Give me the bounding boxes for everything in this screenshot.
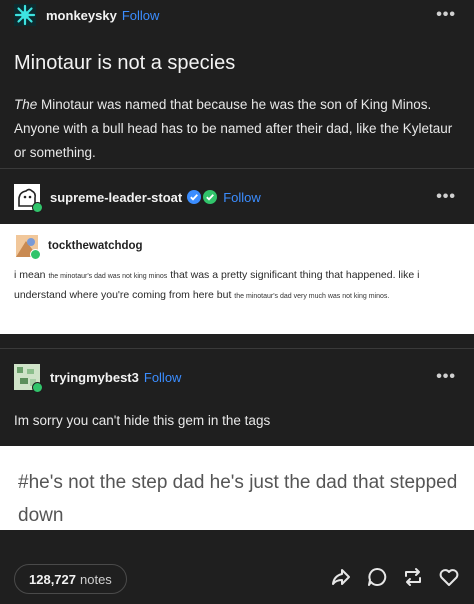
- starburst-icon: [14, 4, 36, 26]
- username[interactable]: tockthewatchdog: [48, 240, 143, 252]
- tag-text: #he's not the step dad he's just the dad…: [18, 472, 458, 526]
- body-text: Minotaur was named that because he was t…: [14, 97, 453, 160]
- quoted-body: i mean the minotaur's dad was not king m…: [14, 266, 464, 306]
- quoted-small-text-2: the minotaur's dad very much was not kin…: [234, 293, 390, 300]
- avatar[interactable]: [16, 235, 41, 260]
- quoted-header: tockthewatchdog: [0, 234, 474, 260]
- notes-label: notes: [80, 571, 112, 587]
- avatar[interactable]: [14, 4, 36, 26]
- reblog-header: tryingmybest3 Follow •••: [0, 364, 474, 393]
- username[interactable]: tryingmybest3: [50, 370, 139, 385]
- quoted-text-1: i mean: [14, 269, 49, 281]
- post-body: The Minotaur was named that because he w…: [14, 93, 464, 165]
- verified-icon: [187, 190, 202, 204]
- post-title: Minotaur is not a species: [14, 52, 236, 74]
- online-badge: [32, 202, 43, 213]
- like-icon[interactable]: [438, 566, 460, 588]
- body-prefix: The: [14, 97, 38, 112]
- checkmark-badge-icon: [203, 190, 218, 204]
- reblog-header: supreme-leader-stoat Follow •••: [0, 184, 474, 213]
- online-badge: [32, 382, 43, 393]
- avatar[interactable]: [14, 184, 43, 213]
- divider: [0, 348, 474, 349]
- username[interactable]: supreme-leader-stoat: [50, 190, 182, 205]
- more-options-button[interactable]: •••: [436, 6, 456, 24]
- more-options-button[interactable]: •••: [436, 368, 456, 386]
- post-card: monkeysky Follow ••• Minotaur is not a s…: [0, 0, 474, 604]
- post-header: monkeysky Follow •••: [0, 4, 474, 26]
- notes-button[interactable]: 128,727 notes: [14, 564, 127, 594]
- quoted-small-text-1: the minotaur's dad was not king minos: [48, 273, 168, 280]
- share-icon[interactable]: [330, 566, 352, 588]
- follow-button[interactable]: Follow: [223, 190, 261, 205]
- follow-button[interactable]: Follow: [144, 370, 182, 385]
- reblog-text: Im sorry you can't hide this gem in the …: [14, 413, 271, 428]
- avatar[interactable]: [14, 364, 43, 393]
- reblog-icon[interactable]: [402, 566, 424, 588]
- username[interactable]: monkeysky: [46, 8, 117, 23]
- notes-count: 128,727: [29, 571, 76, 587]
- post-actions: [330, 566, 460, 588]
- more-options-button[interactable]: •••: [436, 188, 456, 206]
- divider: [0, 168, 474, 169]
- follow-button[interactable]: Follow: [122, 8, 160, 23]
- online-badge: [30, 249, 41, 260]
- reply-icon[interactable]: [366, 566, 388, 588]
